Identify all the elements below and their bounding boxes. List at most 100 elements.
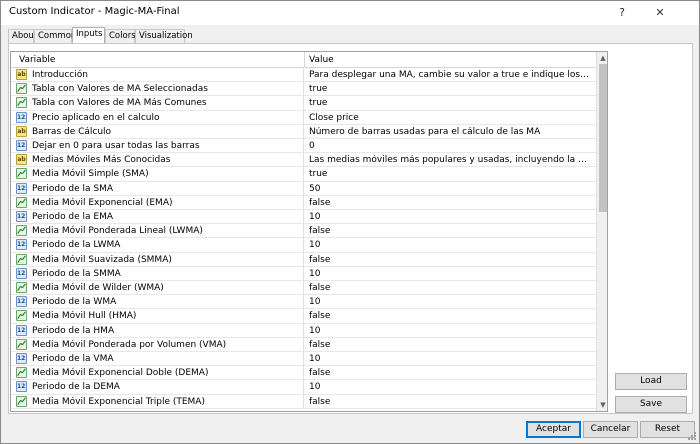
variable-name: Tabla con Valores de MA Seleccionadas <box>32 84 208 95</box>
variable-value[interactable]: false <box>309 198 591 208</box>
vertical-scrollbar[interactable]: ▲ ▼ <box>596 52 607 411</box>
variable-value[interactable]: false <box>309 255 591 265</box>
tab-common[interactable]: Common <box>34 29 76 43</box>
scroll-down-arrow-icon[interactable]: ▼ <box>597 399 607 411</box>
variable-cell: Media Móvil de Wilder (WMA) <box>11 281 304 295</box>
table-row[interactable]: Tabla con Valores de MA Seleccionadas tru… <box>11 82 596 97</box>
variable-name: Introducción <box>32 70 88 80</box>
variable-name: Medias Móviles Más Conocidas <box>32 155 171 166</box>
string-type-icon: ab <box>16 154 27 166</box>
tab-inputs[interactable]: Inputs <box>72 27 105 43</box>
variable-value[interactable]: false <box>309 340 591 350</box>
variable-value[interactable]: Para desplegar una MA, cambie su valor a… <box>309 70 591 80</box>
variable-name: Precio aplicado en el calculo <box>32 112 160 123</box>
scroll-thumb[interactable] <box>599 64 607 212</box>
variable-value[interactable]: true <box>309 98 591 108</box>
variable-value[interactable]: 50 <box>309 184 591 194</box>
table-row[interactable]: Tabla con Valores de MA Más Comunes true <box>11 96 596 111</box>
variable-value[interactable]: 10 <box>309 382 591 392</box>
table-row[interactable]: Media Móvil Simple (SMA) true <box>11 167 596 182</box>
resize-grip-icon[interactable] <box>687 431 697 441</box>
help-button[interactable]: ? <box>611 4 633 22</box>
table-row[interactable]: 123 Dejar en 0 para usar todas las barras… <box>11 139 596 154</box>
variable-value[interactable]: false <box>309 283 591 293</box>
variable-value[interactable]: 10 <box>309 240 591 250</box>
table-row[interactable]: Media Móvil Exponencial Triple (TEMA) fal… <box>11 394 596 409</box>
curve-type-icon <box>16 282 27 293</box>
table-row[interactable]: Media Móvil Suavizada (SMMA) false <box>11 252 596 267</box>
number-type-icon: 123 <box>16 296 27 308</box>
close-button[interactable]: ✕ <box>649 4 671 22</box>
scroll-up-arrow-icon[interactable]: ▲ <box>597 52 607 64</box>
variable-name: Media Móvil Ponderada Lineal (LWMA) <box>32 226 203 237</box>
tab-about[interactable]: About <box>8 29 37 43</box>
table-row[interactable]: 123 Periodo de la SMMA 10 <box>11 266 596 281</box>
variable-value[interactable]: 10 <box>309 354 591 364</box>
table-row[interactable]: 123 Periodo de la LWMA 10 <box>11 238 596 253</box>
cancel-button[interactable]: Cancelar <box>583 421 638 438</box>
table-row[interactable]: Media Móvil Ponderada por Volumen (VMA) f… <box>11 337 596 352</box>
table-row[interactable]: ab Medias Móviles Más Conocidas Las medias… <box>11 153 596 168</box>
variable-cell: Media Móvil Ponderada por Volumen (VMA) <box>11 337 304 352</box>
variable-name: Periodo de la WMA <box>32 297 117 308</box>
number-type-icon: 123 <box>16 140 27 151</box>
variable-value[interactable]: Las medias móviles más populares y usada… <box>309 155 591 165</box>
variable-cell: 123 Periodo de la WMA <box>11 295 304 310</box>
variable-value[interactable]: 10 <box>309 212 591 222</box>
table-row[interactable]: 123 Periodo de la EMA 10 <box>11 210 596 225</box>
string-type-icon: ab <box>16 125 27 137</box>
variable-value[interactable]: 0 <box>309 141 591 151</box>
variable-value[interactable]: false <box>309 311 591 321</box>
table-row[interactable]: 123 Periodo de la SMA 50 <box>11 181 596 196</box>
table-row[interactable]: Media Móvil de Wilder (WMA) false <box>11 281 596 296</box>
load-button[interactable]: Load <box>615 373 687 390</box>
table-row[interactable]: Media Móvil Ponderada Lineal (LWMA) false <box>11 224 596 239</box>
accept-button[interactable]: Aceptar <box>526 421 581 438</box>
table-row[interactable]: 123 Periodo de la DEMA 10 <box>11 380 596 395</box>
number-type-icon: 123 <box>16 381 27 393</box>
tab-visualization[interactable]: Visualization <box>135 29 193 43</box>
table-row[interactable]: Media Móvil Exponencial (EMA) false <box>11 195 596 210</box>
save-button[interactable]: Save <box>615 396 687 413</box>
curve-type-icon <box>16 338 27 350</box>
variable-value[interactable]: false <box>309 226 591 236</box>
variable-value[interactable]: false <box>309 397 591 407</box>
variable-name: Periodo de la VMA <box>32 354 114 364</box>
variable-cell: Media Móvil Hull (HMA) <box>11 309 304 324</box>
variable-cell: 123 Periodo de la VMA <box>11 352 304 366</box>
variable-value[interactable]: 10 <box>309 326 591 336</box>
variable-cell: Media Móvil Exponencial (EMA) <box>11 195 304 210</box>
variable-name: Periodo de la SMA <box>32 183 114 194</box>
number-type-icon: 123 <box>16 182 27 194</box>
column-separator[interactable] <box>304 52 305 68</box>
table-row[interactable]: Media Móvil Exponencial Doble (DEMA) fals… <box>11 366 596 381</box>
variable-value[interactable]: true <box>309 84 591 94</box>
variable-value[interactable]: 10 <box>309 269 591 279</box>
variable-value[interactable]: false <box>309 368 591 378</box>
column-header-variable[interactable]: Variable <box>19 55 55 65</box>
table-row[interactable]: ab Barras de Cálculo Número de barras usad… <box>11 124 596 139</box>
variable-name: Periodo de la HMA <box>32 325 115 336</box>
string-type-icon: ab <box>16 69 27 80</box>
table-row[interactable]: 123 Periodo de la VMA 10 <box>11 352 596 367</box>
table-row[interactable]: 123 Periodo de la WMA 10 <box>11 295 596 310</box>
variable-cell: ab Barras de Cálculo <box>11 124 304 139</box>
table-row[interactable]: Media Móvil Hull (HMA) false <box>11 309 596 324</box>
number-type-icon: 123 <box>16 239 27 251</box>
variable-name: Dejar en 0 para usar todas las barras <box>32 141 200 151</box>
variable-name: Media Móvil Hull (HMA) <box>32 311 137 322</box>
tab-colors[interactable]: Colors <box>105 29 136 43</box>
variable-value[interactable]: true <box>309 169 591 179</box>
table-row[interactable]: 123 Periodo de la HMA 10 <box>11 323 596 338</box>
table-row[interactable]: ab Introducción Para desplegar una MA, cam… <box>11 68 596 83</box>
table-row[interactable]: 123 Precio aplicado en el calculo Close pr… <box>11 110 596 125</box>
variable-cell: 123 Periodo de la SMMA <box>11 266 304 281</box>
variable-name: Periodo de la DEMA <box>32 382 120 393</box>
variable-name: Periodo de la SMMA <box>32 268 121 279</box>
variable-cell: 123 Periodo de la EMA <box>11 210 304 224</box>
variable-value[interactable]: Close price <box>309 113 591 123</box>
column-header-value[interactable]: Value <box>309 55 334 65</box>
variable-value[interactable]: Número de barras usadas para el cálculo … <box>309 127 591 137</box>
variable-cell: Media Móvil Simple (SMA) <box>11 167 304 182</box>
variable-value[interactable]: 10 <box>309 297 591 307</box>
